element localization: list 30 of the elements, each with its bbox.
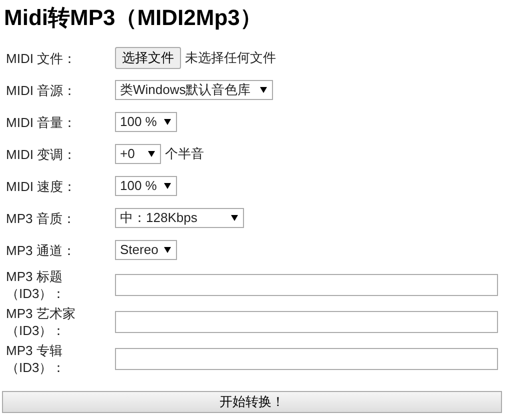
field-label: MP3 音质： <box>6 210 76 226</box>
input-field[interactable] <box>115 348 498 370</box>
field-label: MIDI 变调： <box>6 146 78 162</box>
input-field[interactable] <box>115 310 498 332</box>
start-convert-button[interactable]: 开始转换！ <box>2 391 502 413</box>
dropdown-caret-icon <box>148 151 155 157</box>
dropdown-caret-icon <box>260 87 267 93</box>
dropdown[interactable]: 中：128Kbps <box>115 208 244 228</box>
unit-label: 个半音 <box>165 145 204 164</box>
field-label: MP3 标题（ID3）： <box>6 268 66 302</box>
field-label: MP3 专辑（ID3）： <box>6 342 66 376</box>
dropdown-caret-icon <box>164 183 171 189</box>
field-label: MIDI 文件： <box>6 50 78 66</box>
field-label: MIDI 音量： <box>6 114 78 130</box>
dropdown-caret-icon <box>164 119 171 125</box>
choose-file-button[interactable]: 选择文件 <box>115 47 181 69</box>
dropdown-caret-icon <box>164 247 171 253</box>
page-title: Midi转MP3（MIDI2Mp3） <box>3 4 263 32</box>
input-field[interactable] <box>115 274 498 296</box>
file-status: 未选择任何文件 <box>185 49 276 68</box>
dropdown[interactable]: +0 <box>115 144 161 164</box>
field-label: MIDI 速度： <box>6 178 78 194</box>
field-label: MIDI 音源： <box>6 82 78 98</box>
dropdown[interactable]: 100 % <box>115 176 177 196</box>
dropdown[interactable]: Stereo <box>115 240 177 260</box>
dropdown[interactable]: 类Windows默认音色库 <box>115 80 273 100</box>
field-label: MP3 通道： <box>6 242 76 258</box>
dropdown[interactable]: 100 % <box>115 112 177 132</box>
dropdown-caret-icon <box>231 215 238 221</box>
field-label: MP3 艺术家（ID3）： <box>6 304 76 338</box>
